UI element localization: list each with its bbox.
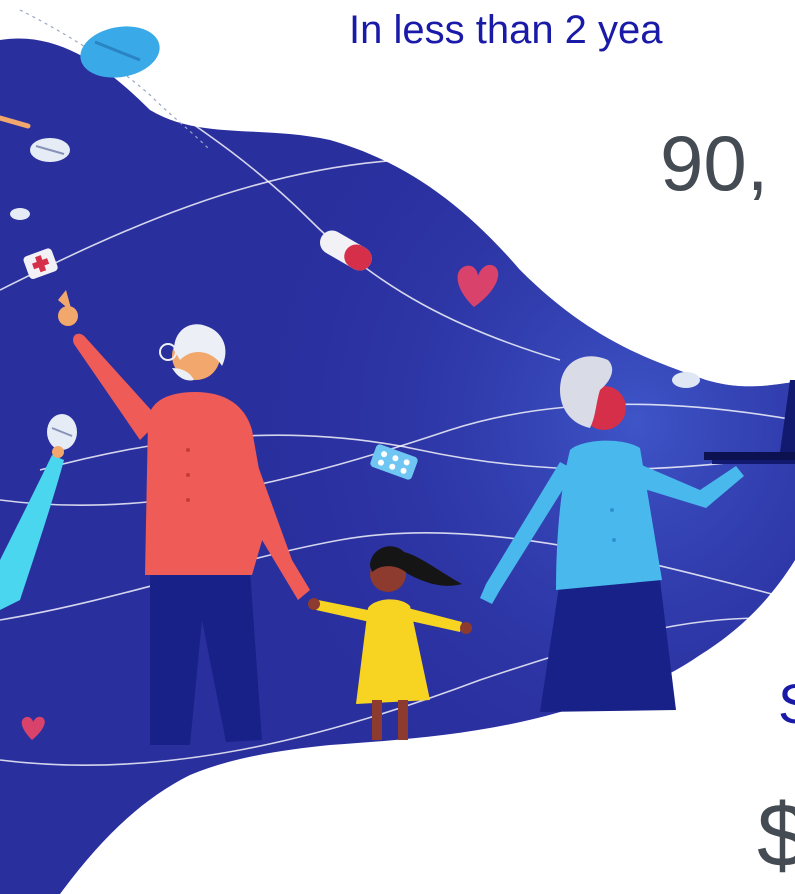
pill-icon	[10, 208, 30, 220]
pill-icon	[47, 414, 77, 450]
pill-icon	[672, 372, 700, 388]
secondary-stat-label: S	[778, 672, 795, 736]
headline: In less than 2 yea	[349, 8, 663, 52]
slide: In less than 2 yea 90, S $	[0, 0, 795, 894]
pill-icon	[30, 138, 70, 162]
tertiary-stat: $	[757, 786, 795, 886]
primary-stat: 90,	[660, 119, 769, 207]
